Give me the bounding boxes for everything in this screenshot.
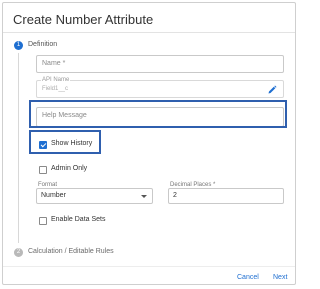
format-select[interactable]: Number [36, 188, 153, 204]
decimal-places-value: 2 [173, 192, 177, 199]
format-value: Number [41, 192, 66, 199]
chevron-down-icon [141, 195, 147, 198]
footer-divider [3, 266, 295, 267]
step-1-indicator: 1 [14, 41, 23, 50]
next-button[interactable]: Next [273, 274, 287, 281]
show-history-checkbox[interactable] [39, 141, 47, 149]
decimal-places-input[interactable]: 2 [168, 188, 284, 204]
step-2-label: Calculation / Editable Rules [28, 248, 114, 255]
show-history-label: Show History [51, 140, 93, 147]
api-name-value: Field1__c [42, 86, 69, 92]
help-message-placeholder: Help Message [42, 112, 87, 119]
admin-only-label: Admin Only [51, 165, 88, 172]
api-name-label: API Name [41, 77, 71, 83]
api-name-field: API Name Field1__c [36, 77, 284, 98]
create-number-attribute-dialog: Create Number Attribute 1 Definition Nam… [2, 2, 296, 285]
enable-data-sets-label: Enable Data Sets [51, 216, 106, 223]
step-connector-line [18, 53, 19, 243]
pencil-icon[interactable] [267, 85, 277, 95]
enable-data-sets-checkbox[interactable] [39, 217, 47, 225]
name-field[interactable]: Name * [36, 55, 284, 73]
cancel-button[interactable]: Cancel [237, 274, 259, 281]
help-message-field[interactable]: Help Message [36, 107, 284, 127]
step-2-indicator: 2 [14, 248, 23, 257]
name-placeholder: Name * [42, 60, 66, 67]
admin-only-checkbox[interactable] [39, 166, 47, 174]
dialog-title: Create Number Attribute [13, 12, 154, 27]
step-1-label: Definition [28, 41, 58, 48]
title-divider [3, 32, 295, 33]
